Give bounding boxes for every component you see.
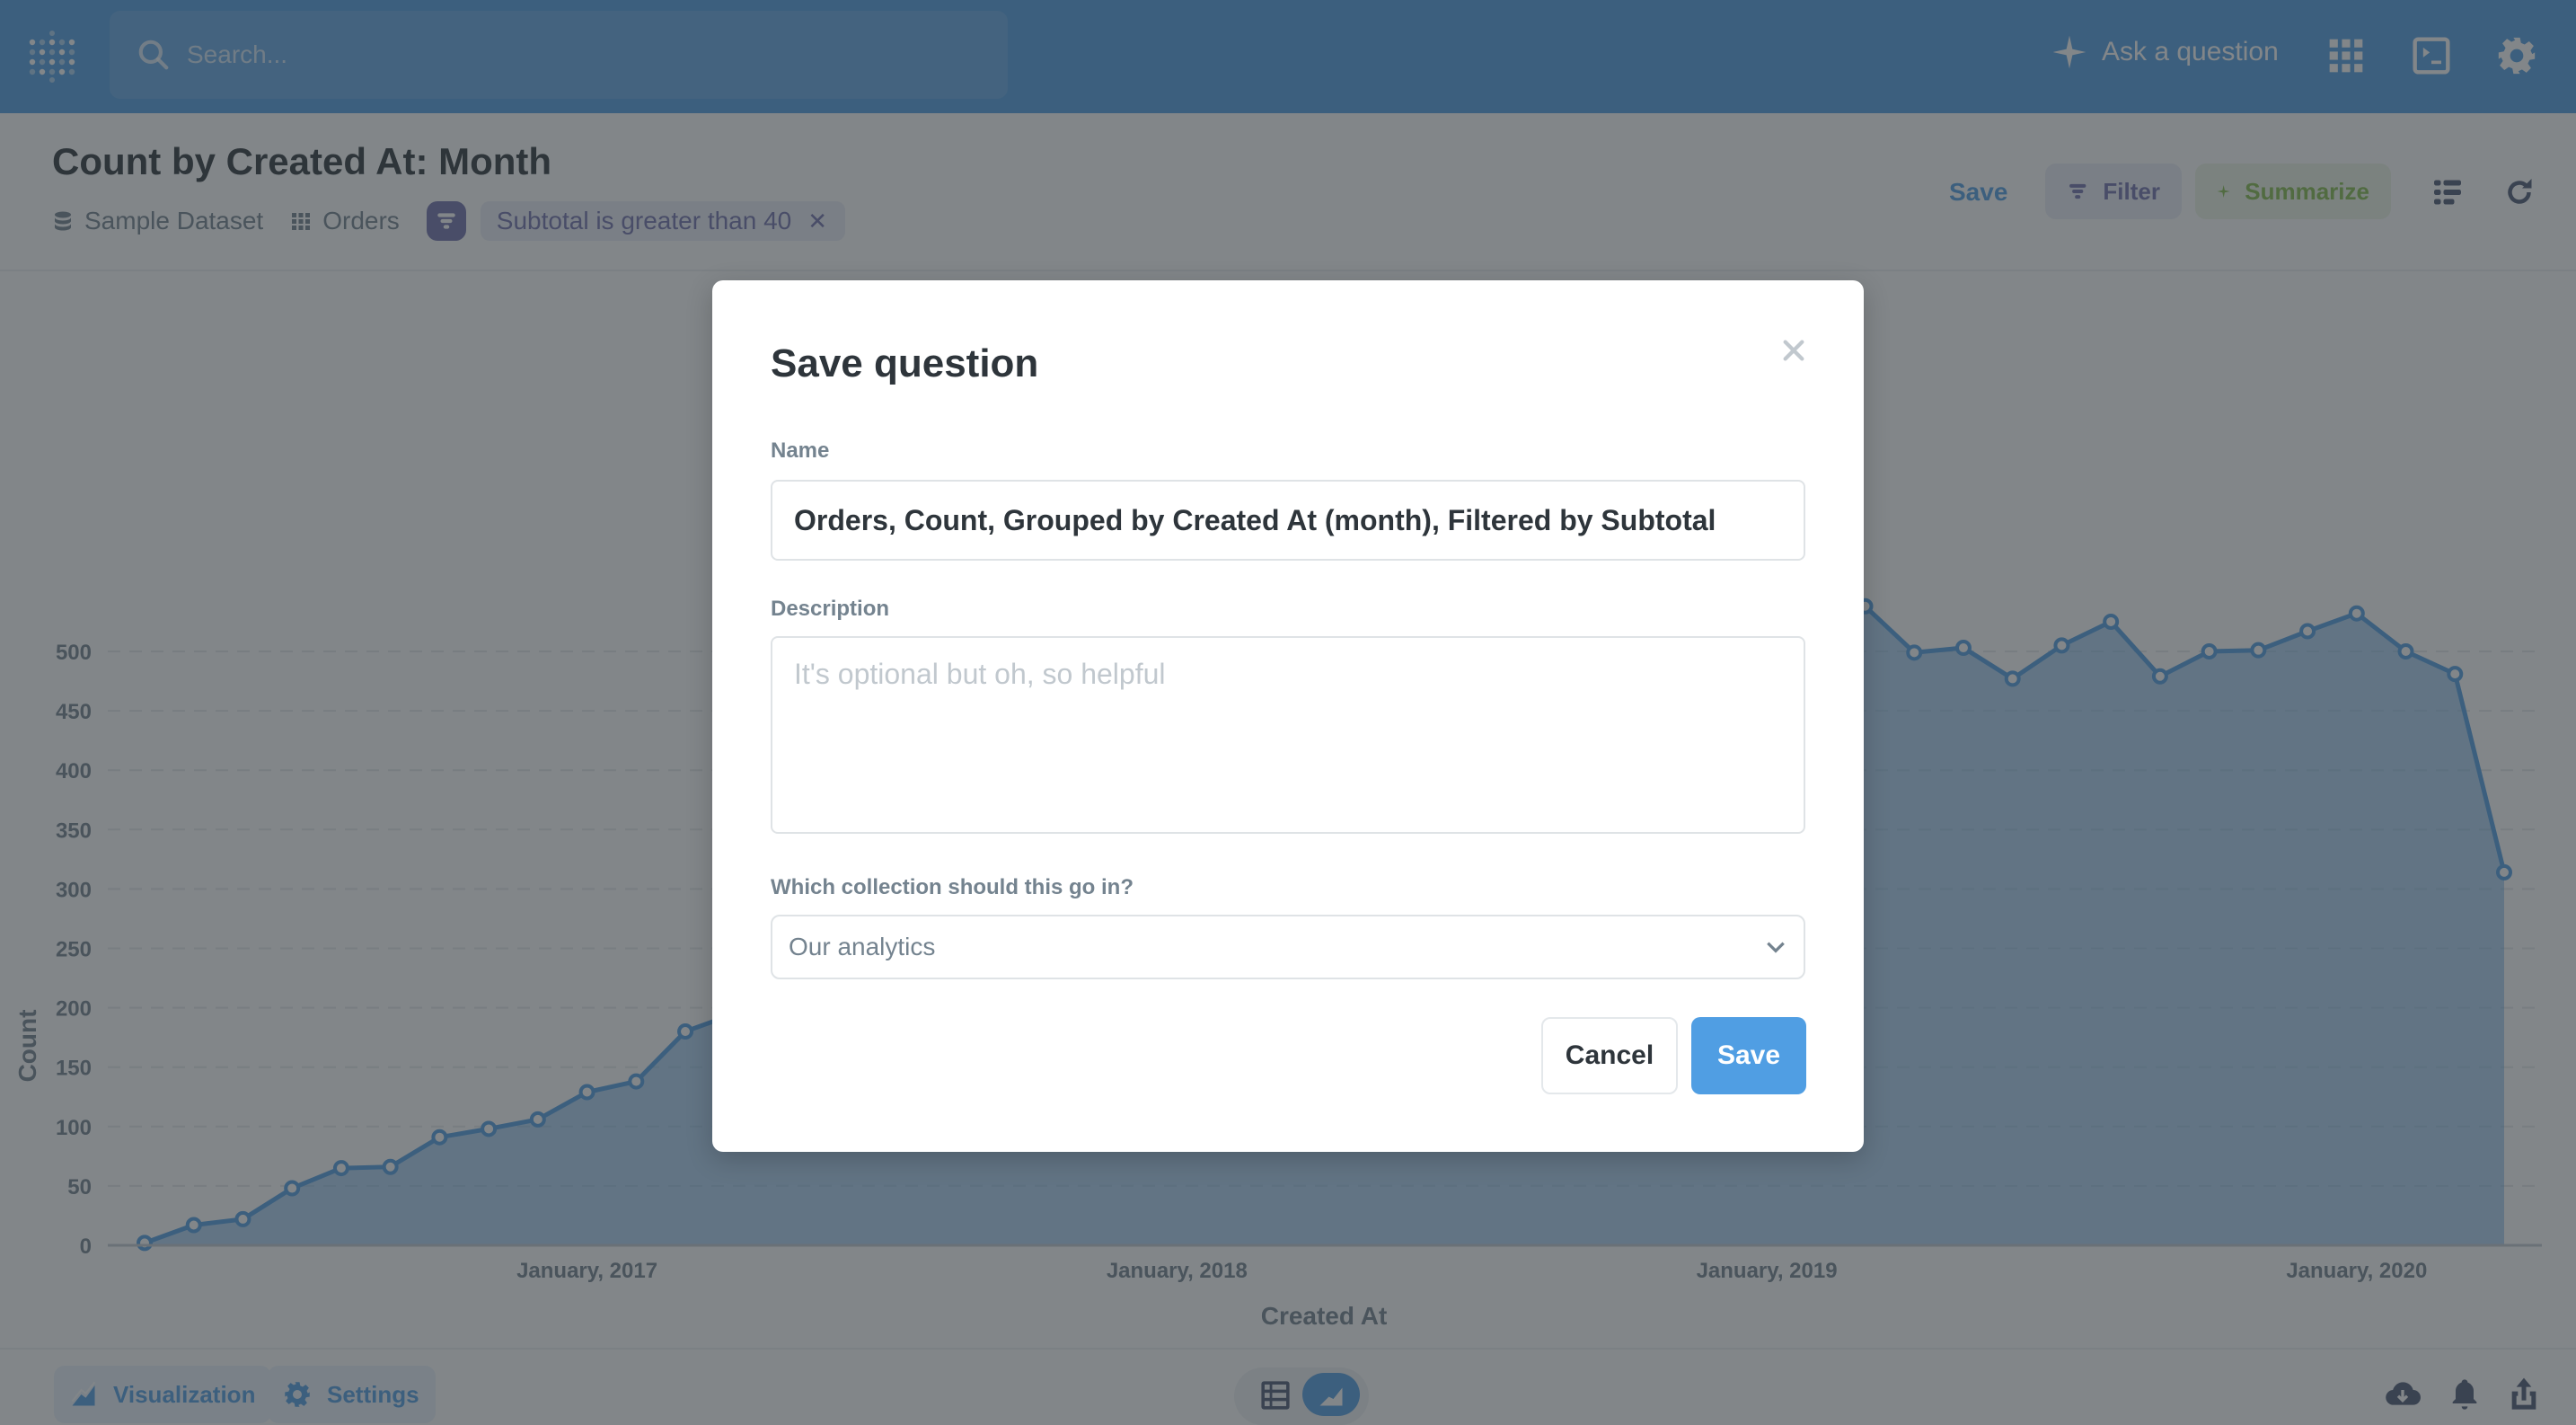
chevron-down-icon bbox=[1767, 942, 1785, 953]
save-button[interactable]: Save bbox=[1691, 1017, 1806, 1094]
name-field[interactable] bbox=[771, 480, 1805, 561]
collection-label: Which collection should this go in? bbox=[771, 875, 1134, 899]
collection-selected-value: Our analytics bbox=[789, 933, 936, 960]
description-label: Description bbox=[771, 597, 890, 621]
collection-select[interactable]: Our analytics bbox=[771, 915, 1805, 979]
save-question-modal: Save question Name Description Which col… bbox=[712, 280, 1864, 1152]
modal-title: Save question bbox=[771, 341, 1039, 385]
name-label: Name bbox=[771, 438, 830, 463]
close-icon[interactable] bbox=[1779, 336, 1808, 365]
cancel-button[interactable]: Cancel bbox=[1541, 1017, 1678, 1094]
description-field[interactable] bbox=[771, 636, 1805, 834]
